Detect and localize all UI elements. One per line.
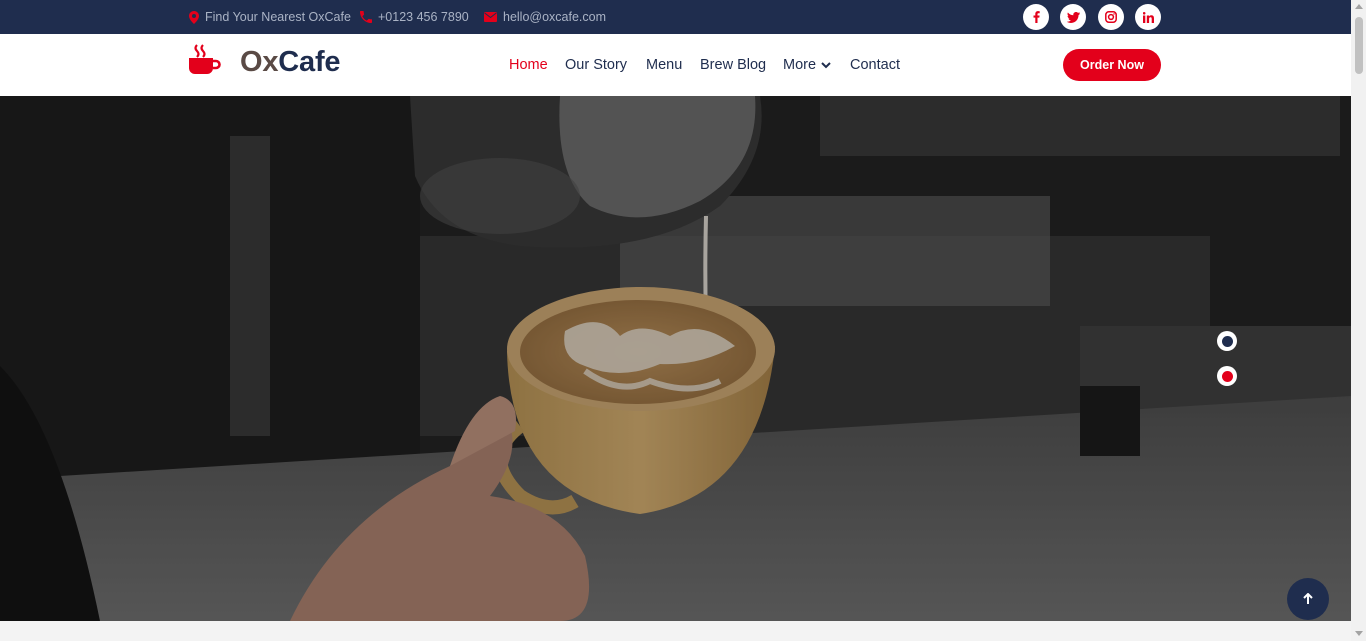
brand-logo-part1: Ox bbox=[240, 46, 279, 78]
coffee-cup-logo-icon[interactable] bbox=[188, 44, 222, 81]
phone-icon bbox=[360, 11, 372, 23]
scroll-up-arrow-icon[interactable] bbox=[1355, 4, 1363, 9]
brand-logo-text[interactable]: OxCafe bbox=[240, 46, 341, 79]
facebook-icon[interactable] bbox=[1023, 4, 1049, 30]
scrollbar-thumb[interactable] bbox=[1355, 17, 1363, 74]
brand-logo-part2: Cafe bbox=[278, 46, 341, 78]
envelope-icon bbox=[484, 12, 497, 22]
twitter-icon[interactable] bbox=[1060, 4, 1086, 30]
slider-dot-2-active[interactable] bbox=[1217, 366, 1237, 386]
nav-our-story[interactable]: Our Story bbox=[565, 34, 627, 96]
nav-more-label: More bbox=[783, 57, 817, 73]
top-info-bar: Find Your Nearest OxCafe +0123 456 7890 … bbox=[0, 0, 1351, 34]
chevron-down-icon bbox=[821, 61, 831, 68]
phone-text: +0123 456 7890 bbox=[378, 10, 469, 24]
hero-latte-art-image bbox=[0, 96, 1351, 621]
nav-menu[interactable]: Menu bbox=[646, 34, 682, 96]
linkedin-icon[interactable] bbox=[1135, 4, 1161, 30]
page-section-below-hero bbox=[0, 621, 1351, 641]
hero-slider bbox=[0, 96, 1351, 621]
email-text: hello@oxcafe.com bbox=[503, 10, 607, 24]
instagram-icon[interactable] bbox=[1098, 4, 1124, 30]
nav-brew-blog[interactable]: Brew Blog bbox=[700, 34, 766, 96]
slider-dot-1[interactable] bbox=[1217, 331, 1237, 351]
phone-link[interactable]: +0123 456 7890 bbox=[360, 0, 469, 34]
map-pin-icon bbox=[189, 10, 199, 24]
main-header: OxCafe Home Our Story Menu Brew Blog Mor… bbox=[0, 34, 1351, 96]
location-text: Find Your Nearest OxCafe bbox=[205, 10, 351, 24]
nav-more-dropdown[interactable]: More bbox=[783, 34, 831, 96]
nav-home[interactable]: Home bbox=[509, 34, 548, 96]
arrow-up-icon bbox=[1303, 593, 1313, 604]
order-now-button[interactable]: Order Now bbox=[1063, 49, 1161, 81]
page-scrollbar[interactable] bbox=[1351, 0, 1366, 641]
email-link[interactable]: hello@oxcafe.com bbox=[484, 0, 606, 34]
back-to-top-button[interactable] bbox=[1287, 578, 1329, 620]
nav-contact[interactable]: Contact bbox=[850, 34, 900, 96]
location-link[interactable]: Find Your Nearest OxCafe bbox=[189, 0, 351, 34]
scroll-down-arrow-icon[interactable] bbox=[1355, 631, 1363, 636]
